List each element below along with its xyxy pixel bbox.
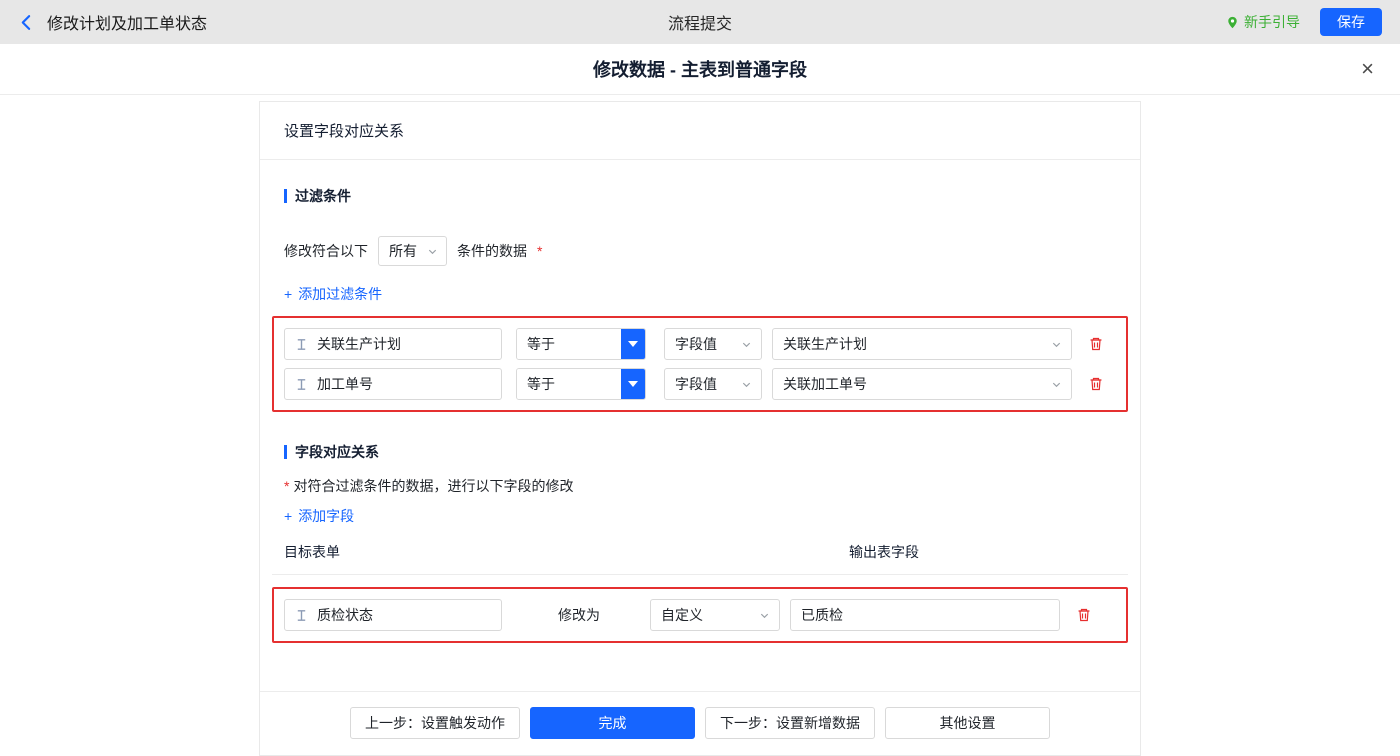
add-field-link[interactable]: + 添加字段 bbox=[284, 506, 354, 526]
panel-footer: 上一步：设置触发动作 完成 下一步：设置新增数据 其他设置 bbox=[260, 691, 1140, 755]
trash-icon bbox=[1090, 337, 1102, 351]
required-asterisk: * bbox=[284, 478, 290, 494]
chevron-down-icon bbox=[759, 610, 770, 621]
operator-select[interactable]: 等于 bbox=[516, 368, 646, 400]
condition-suffix: 条件的数据 bbox=[457, 243, 527, 259]
value-type-value: 字段值 bbox=[675, 376, 717, 392]
plus-icon: + bbox=[284, 508, 293, 524]
beginner-guide-label: 新手引导 bbox=[1244, 14, 1300, 30]
value-source-select[interactable]: 自定义 bbox=[650, 599, 780, 631]
condition-mode-select[interactable]: 所有 bbox=[378, 236, 447, 266]
filter-row: 关联生产计划 等于 字段值 关联生产计划 bbox=[284, 328, 1116, 360]
done-button[interactable]: 完成 bbox=[530, 707, 695, 739]
dropdown-arrow-button[interactable] bbox=[621, 329, 645, 359]
required-asterisk: * bbox=[537, 243, 543, 259]
modify-to-label: 修改为 bbox=[558, 607, 600, 623]
topbar: 修改计划及加工单状态 流程提交 新手引导 保存 bbox=[0, 0, 1400, 44]
dropdown-arrow-button[interactable] bbox=[621, 369, 645, 399]
field-input[interactable]: 加工单号 bbox=[284, 368, 502, 400]
target-field-value: 质检状态 bbox=[317, 607, 373, 623]
mapping-description: * 对符合过滤条件的数据，进行以下字段的修改 bbox=[284, 476, 1128, 496]
mapping-row: 质检状态 修改为 自定义 已质检 bbox=[284, 599, 1116, 631]
plus-icon: + bbox=[284, 286, 293, 302]
delete-row-button[interactable] bbox=[1088, 376, 1104, 392]
panel-header: 设置字段对应关系 bbox=[260, 102, 1140, 160]
chevron-down-icon bbox=[741, 379, 752, 390]
trash-icon bbox=[1078, 608, 1090, 622]
condition-mode-value: 所有 bbox=[389, 243, 417, 259]
location-pin-icon bbox=[1226, 15, 1239, 30]
add-field-label: 添加字段 bbox=[298, 508, 355, 524]
back-icon[interactable] bbox=[18, 14, 35, 31]
field-value: 关联生产计划 bbox=[317, 336, 401, 352]
operator-value: 等于 bbox=[517, 369, 621, 399]
compare-value-select[interactable]: 关联生产计划 bbox=[772, 328, 1072, 360]
workflow-title: 修改计划及加工单状态 bbox=[47, 16, 208, 33]
section-bar-icon bbox=[284, 189, 287, 203]
delete-row-button[interactable] bbox=[1076, 607, 1092, 623]
other-settings-button[interactable]: 其他设置 bbox=[885, 707, 1050, 739]
modal-header: 修改数据 - 主表到普通字段 × bbox=[0, 44, 1400, 95]
value-source-value: 自定义 bbox=[661, 607, 703, 623]
process-submit-title: 流程提交 bbox=[667, 16, 732, 33]
settings-panel: 设置字段对应关系 过滤条件 修改符合以下 所有 条件的数据 * + 添加过滤条件 bbox=[259, 101, 1141, 756]
chevron-down-icon bbox=[741, 339, 752, 350]
add-filter-condition-label: 添加过滤条件 bbox=[298, 286, 383, 302]
text-field-icon bbox=[295, 338, 308, 351]
trash-icon bbox=[1090, 377, 1102, 391]
section-bar-icon bbox=[284, 445, 287, 459]
compare-value: 关联生产计划 bbox=[783, 336, 867, 352]
modal-title: 修改数据 - 主表到普通字段 bbox=[593, 60, 807, 80]
mapping-description-text: 对符合过滤条件的数据，进行以下字段的修改 bbox=[293, 478, 574, 494]
custom-value: 已质检 bbox=[801, 607, 843, 623]
highlight-box-mapping-row: 质检状态 修改为 自定义 已质检 bbox=[272, 587, 1128, 643]
value-type-select[interactable]: 字段值 bbox=[664, 368, 762, 400]
chevron-down-icon bbox=[1051, 339, 1062, 350]
close-icon[interactable]: × bbox=[1361, 58, 1374, 80]
condition-line: 修改符合以下 所有 条件的数据 * bbox=[284, 236, 1128, 266]
value-type-select[interactable]: 字段值 bbox=[664, 328, 762, 360]
highlight-box-filter-rows: 关联生产计划 等于 字段值 关联生产计划 加工单号 等于 字段值 关联加工单号 bbox=[272, 316, 1128, 412]
text-field-icon bbox=[295, 609, 308, 622]
target-field-input[interactable]: 质检状态 bbox=[284, 599, 502, 631]
mapping-columns-header: 目标表单 输出表字段 bbox=[272, 542, 1128, 575]
delete-row-button[interactable] bbox=[1088, 336, 1104, 352]
mapping-section-title: 字段对应关系 bbox=[284, 442, 1128, 462]
compare-value-select[interactable]: 关联加工单号 bbox=[772, 368, 1072, 400]
filter-section-title: 过滤条件 bbox=[284, 186, 1128, 206]
column-output-field: 输出表字段 bbox=[849, 544, 919, 560]
chevron-down-icon bbox=[427, 246, 438, 257]
filter-section-label: 过滤条件 bbox=[295, 188, 351, 204]
beginner-guide-link[interactable]: 新手引导 bbox=[1226, 12, 1300, 32]
value-type-value: 字段值 bbox=[675, 336, 717, 352]
column-target-form: 目标表单 bbox=[284, 544, 340, 560]
custom-value-input[interactable]: 已质检 bbox=[790, 599, 1060, 631]
field-value: 加工单号 bbox=[317, 376, 373, 392]
save-button[interactable]: 保存 bbox=[1320, 8, 1382, 36]
prev-step-button[interactable]: 上一步：设置触发动作 bbox=[350, 707, 520, 739]
condition-prefix: 修改符合以下 bbox=[284, 243, 368, 259]
next-step-button[interactable]: 下一步：设置新增数据 bbox=[705, 707, 875, 739]
text-field-icon bbox=[295, 378, 308, 391]
operator-select[interactable]: 等于 bbox=[516, 328, 646, 360]
filter-row: 加工单号 等于 字段值 关联加工单号 bbox=[284, 368, 1116, 400]
mapping-section-label: 字段对应关系 bbox=[295, 444, 379, 460]
field-input[interactable]: 关联生产计划 bbox=[284, 328, 502, 360]
chevron-down-icon bbox=[1051, 379, 1062, 390]
operator-value: 等于 bbox=[517, 329, 621, 359]
compare-value: 关联加工单号 bbox=[783, 376, 867, 392]
add-filter-condition-link[interactable]: + 添加过滤条件 bbox=[284, 284, 382, 304]
